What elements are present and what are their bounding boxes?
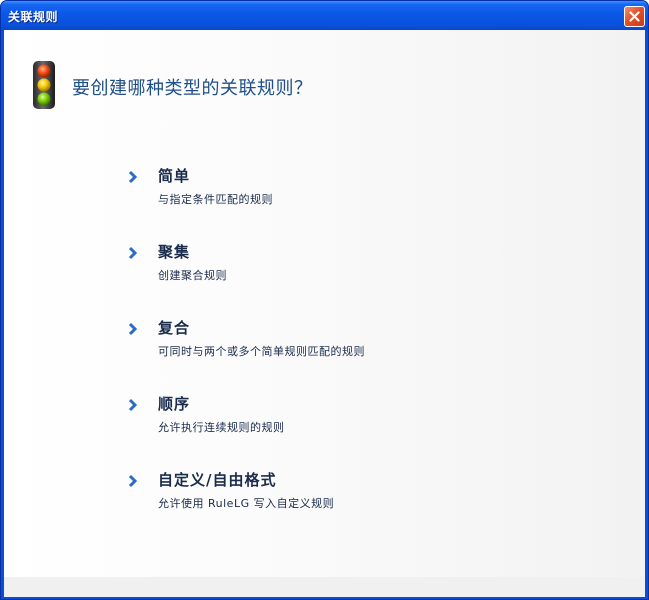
option-sequence[interactable]: 顺序 允许执行连续规则的规则	[128, 392, 528, 436]
dialog-window: 关联规则 要创建哪种类型的关联规则？ 简单 与指定条件匹配的规则 聚集 创建聚合…	[0, 0, 649, 600]
footer-band	[4, 577, 645, 597]
traffic-light-icon	[33, 61, 55, 109]
chevron-right-icon	[128, 246, 138, 260]
option-compound[interactable]: 复合 可同时与两个或多个简单规则匹配的规则	[128, 316, 528, 360]
option-title: 简单	[158, 167, 191, 185]
option-title: 复合	[158, 319, 191, 337]
option-description: 允许执行连续规则的规则	[158, 421, 285, 434]
option-title: 自定义/自由格式	[158, 471, 277, 489]
option-aggregate[interactable]: 聚集 创建聚合规则	[128, 240, 528, 284]
dialog-content: 要创建哪种类型的关联规则？ 简单 与指定条件匹配的规则 聚集 创建聚合规则 复合…	[4, 30, 645, 597]
page-heading: 要创建哪种类型的关联规则？	[72, 78, 313, 99]
chevron-right-icon	[128, 474, 138, 488]
close-button[interactable]	[624, 6, 645, 27]
option-title: 顺序	[158, 395, 191, 413]
window-title: 关联规则	[8, 10, 59, 24]
chevron-right-icon	[128, 398, 138, 412]
option-title: 聚集	[158, 243, 191, 261]
option-custom[interactable]: 自定义/自由格式 允许使用 RuleLG 写入自定义规则	[128, 468, 528, 512]
option-simple[interactable]: 简单 与指定条件匹配的规则	[128, 164, 528, 208]
title-bar[interactable]: 关联规则	[1, 1, 648, 30]
option-description: 与指定条件匹配的规则	[158, 193, 273, 206]
option-description: 允许使用 RuleLG 写入自定义规则	[158, 497, 335, 510]
option-description: 可同时与两个或多个简单规则匹配的规则	[158, 345, 365, 358]
chevron-right-icon	[128, 322, 138, 336]
option-description: 创建聚合规则	[158, 269, 227, 282]
chevron-right-icon	[128, 170, 138, 184]
close-icon	[629, 11, 640, 22]
